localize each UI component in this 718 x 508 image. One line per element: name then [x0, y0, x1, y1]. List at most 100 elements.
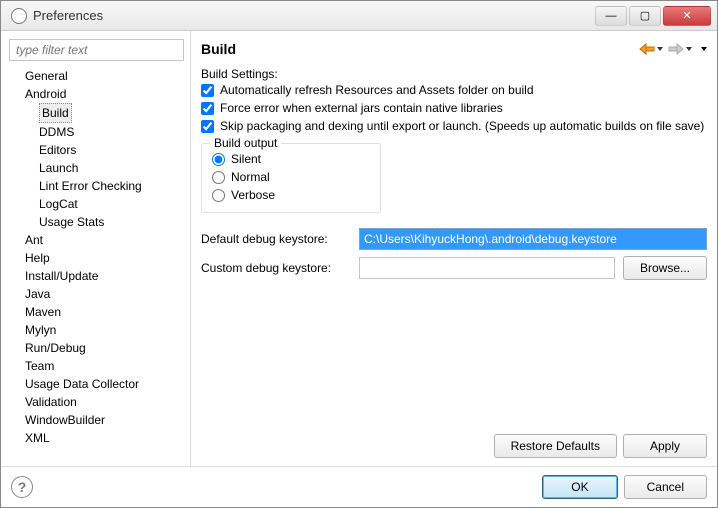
normal-label: Normal [231, 170, 270, 184]
ok-button[interactable]: OK [542, 475, 617, 499]
tree-item-label: DDMS [39, 125, 74, 139]
restore-defaults-button[interactable]: Restore Defaults [494, 434, 617, 458]
verbose-row: Verbose [212, 186, 370, 204]
custom-keystore-label: Custom debug keystore: [201, 261, 351, 275]
history-nav [639, 43, 707, 55]
navigation-pane: General Android Build DDMS Editors Launch Lint… [1, 31, 191, 466]
tree-item[interactable]: WindowBuilder [11, 411, 184, 429]
tree-item-label: LogCat [39, 197, 78, 211]
skip-packaging-row: Skip packaging and dexing until export o… [201, 117, 707, 135]
tree-item[interactable]: Build [11, 103, 184, 123]
tree-item[interactable]: Usage Stats [11, 213, 184, 231]
titlebar: Preferences — ▢ ✕ [1, 1, 717, 31]
tree-item-label: Help [25, 251, 50, 265]
chevron-down-icon [657, 47, 663, 51]
tree-item-label: General [25, 69, 68, 83]
tree-item[interactable]: Lint Error Checking [11, 177, 184, 195]
tree-item-label: Launch [39, 161, 78, 175]
auto-refresh-label: Automatically refresh Resources and Asse… [220, 83, 534, 97]
help-icon[interactable]: ? [11, 476, 33, 498]
maximize-button[interactable]: ▢ [629, 6, 661, 26]
app-icon [11, 8, 27, 24]
filter-input[interactable] [9, 39, 184, 61]
tree-item-label: Usage Data Collector [25, 377, 139, 391]
tree-item[interactable]: Help [11, 249, 184, 267]
tree-item-label: Run/Debug [25, 341, 86, 355]
preference-tree: General Android Build DDMS Editors Launch Lint… [9, 67, 184, 447]
window-controls: — ▢ ✕ [595, 6, 711, 26]
tree-item-label: Install/Update [25, 269, 98, 283]
tree-item[interactable]: Maven [11, 303, 184, 321]
default-keystore-field[interactable] [359, 228, 707, 250]
auto-refresh-row: Automatically refresh Resources and Asse… [201, 81, 707, 99]
tree-item[interactable]: Mylyn [11, 321, 184, 339]
preferences-window: Preferences — ▢ ✕ General Android Build DDM… [0, 0, 718, 508]
tree-item[interactable]: Run/Debug [11, 339, 184, 357]
tree-item[interactable]: Editors [11, 141, 184, 159]
silent-label: Silent [231, 152, 261, 166]
default-keystore-label: Default debug keystore: [201, 232, 351, 246]
tree-item-label: Editors [39, 143, 76, 157]
tree-item-label: Validation [25, 395, 77, 409]
tree-item-label: Java [25, 287, 50, 301]
nav-forward-button[interactable] [668, 43, 692, 55]
tree-item-label: Build [39, 103, 72, 123]
tree-item[interactable]: Team [11, 357, 184, 375]
tree-item-label: Mylyn [25, 323, 56, 337]
build-output-group: Build output Silent Normal Verbose [201, 143, 381, 213]
settings-panel: Build Settings: Automatically refresh Re… [201, 63, 707, 283]
cancel-button[interactable]: Cancel [624, 475, 707, 499]
tree-item-label: Lint Error Checking [39, 179, 142, 193]
window-title: Preferences [33, 8, 595, 23]
nav-back-button[interactable] [639, 43, 663, 55]
tree-item[interactable]: Usage Data Collector [11, 375, 184, 393]
chevron-down-icon [686, 47, 692, 51]
tree-item-label: Team [25, 359, 54, 373]
menu-dropdown-icon[interactable] [701, 47, 707, 51]
page-content: Build Build Settings: [191, 31, 717, 466]
dialog-footer: ? OK Cancel [1, 466, 717, 507]
tree-item-label: Maven [25, 305, 61, 319]
tree-item-label: WindowBuilder [25, 413, 105, 427]
force-error-checkbox[interactable] [201, 102, 214, 115]
page-buttons: Restore Defaults Apply [201, 426, 707, 458]
browse-button[interactable]: Browse... [623, 256, 707, 280]
normal-radio[interactable] [212, 171, 225, 184]
custom-keystore-row: Custom debug keystore: Browse... [201, 253, 707, 283]
tree-item-label: XML [25, 431, 50, 445]
page-header: Build [201, 37, 707, 63]
build-output-legend: Build output [210, 136, 281, 150]
tree-item-label: Usage Stats [39, 215, 104, 229]
tree-item[interactable]: Launch [11, 159, 184, 177]
settings-heading: Build Settings: [201, 67, 707, 81]
tree-item[interactable]: DDMS [11, 123, 184, 141]
tree-item[interactable]: LogCat [11, 195, 184, 213]
silent-radio[interactable] [212, 153, 225, 166]
apply-button[interactable]: Apply [623, 434, 707, 458]
tree-item[interactable]: General [11, 67, 184, 85]
content-area: General Android Build DDMS Editors Launch Lint… [1, 31, 717, 466]
force-error-row: Force error when external jars contain n… [201, 99, 707, 117]
auto-refresh-checkbox[interactable] [201, 84, 214, 97]
skip-packaging-label: Skip packaging and dexing until export o… [220, 119, 704, 133]
silent-row: Silent [212, 150, 370, 168]
minimize-button[interactable]: — [595, 6, 627, 26]
skip-packaging-checkbox[interactable] [201, 120, 214, 133]
tree-item[interactable]: Java [11, 285, 184, 303]
tree-item[interactable]: Ant [11, 231, 184, 249]
dialog-actions: OK Cancel [542, 475, 707, 499]
tree-item[interactable]: Android [11, 85, 184, 103]
tree-item-label: Ant [25, 233, 43, 247]
custom-keystore-field[interactable] [359, 257, 615, 279]
tree-item[interactable]: Validation [11, 393, 184, 411]
force-error-label: Force error when external jars contain n… [220, 101, 503, 115]
page-title: Build [201, 41, 639, 57]
normal-row: Normal [212, 168, 370, 186]
verbose-label: Verbose [231, 188, 275, 202]
tree-item[interactable]: XML [11, 429, 184, 447]
verbose-radio[interactable] [212, 189, 225, 202]
tree-item[interactable]: Install/Update [11, 267, 184, 285]
tree-item-label: Android [25, 87, 66, 101]
default-keystore-row: Default debug keystore: [201, 225, 707, 253]
close-button[interactable]: ✕ [663, 6, 711, 26]
